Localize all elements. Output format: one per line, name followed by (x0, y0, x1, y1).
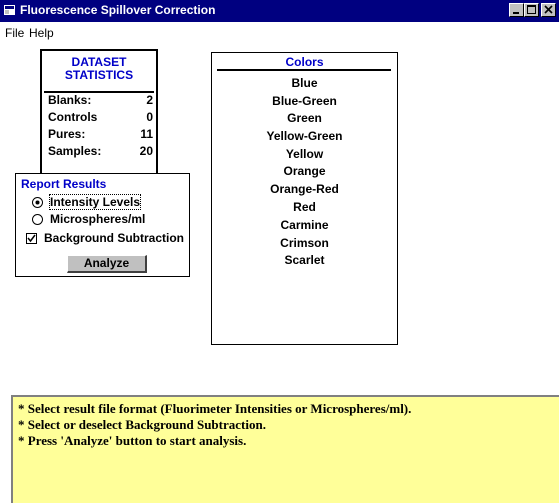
radio-intensity-levels-label: Intensity Levels (48, 194, 142, 210)
color-item-green[interactable]: Green (212, 111, 397, 125)
window-title: Fluorescence Spillover Correction (20, 3, 216, 17)
colors-header: Colors (285, 55, 324, 69)
stat-label: Controls (48, 110, 98, 124)
dataset-statistics-panel: DATASET STATISTICS Blanks: 2 Controls 0 … (40, 49, 158, 184)
instruction-line: * Select result file format (Fluorimeter… (18, 401, 412, 416)
colors-list[interactable]: Colors Blue Blue-Green Green Yellow-Gree… (211, 52, 398, 345)
menu-bar: File Help (0, 22, 559, 42)
color-item-orange[interactable]: Orange (212, 164, 397, 178)
radio-unselected-icon (32, 214, 43, 225)
color-item-orange-red[interactable]: Orange-Red (212, 182, 397, 196)
stat-row-pures: Pures: 11 (48, 127, 153, 144)
color-item-red[interactable]: Red (212, 200, 397, 214)
stat-row-samples: Samples: 20 (48, 144, 153, 161)
instructions-panel: * Select result file format (Fluorimeter… (11, 395, 559, 503)
stat-label: Samples: (48, 144, 102, 158)
analyze-button[interactable]: Analyze (67, 255, 147, 273)
title-bar[interactable]: Fluorescence Spillover Correction (0, 0, 559, 22)
report-results-group: Report Results Intensity Levels Microsph… (15, 173, 190, 277)
close-icon (544, 5, 553, 14)
color-item-crimson[interactable]: Crimson (212, 236, 397, 250)
instruction-line: * Select or deselect Background Subtract… (18, 417, 266, 432)
color-item-blue-green[interactable]: Blue-Green (212, 94, 397, 108)
app-icon (4, 5, 15, 15)
instruction-line: * Press 'Analyze' button to start analys… (18, 433, 247, 448)
stat-value: 0 (146, 110, 153, 124)
checkbox-background-subtraction-label: Background Subtraction (44, 231, 185, 245)
maximize-button[interactable] (524, 3, 539, 17)
radio-microspheres-label: Microspheres/ml (50, 212, 146, 226)
stats-title-line2: STATISTICS (64, 68, 134, 82)
minimize-button[interactable] (509, 3, 524, 17)
color-item-yellow[interactable]: Yellow (212, 147, 397, 161)
stat-value: 20 (139, 144, 153, 158)
colors-divider (217, 69, 391, 71)
stat-value: 2 (146, 93, 153, 107)
close-button[interactable] (541, 3, 556, 17)
color-item-yellow-green[interactable]: Yellow-Green (212, 129, 397, 143)
menu-file[interactable]: File (5, 26, 24, 40)
color-item-scarlet[interactable]: Scarlet (212, 253, 397, 267)
stat-row-blanks: Blanks: 2 (48, 93, 153, 110)
stat-value: 11 (140, 127, 153, 141)
stat-row-controls: Controls 0 (48, 110, 153, 127)
maximize-icon (527, 5, 536, 14)
color-item-blue[interactable]: Blue (212, 76, 397, 90)
menu-help[interactable]: Help (29, 26, 54, 40)
stat-label: Blanks: (48, 93, 92, 107)
stat-label: Pures: (48, 127, 86, 141)
color-item-carmine[interactable]: Carmine (212, 218, 397, 232)
dataset-statistics-title: DATASET STATISTICS (42, 56, 156, 82)
report-results-title: Report Results (21, 177, 107, 191)
minimize-icon (513, 12, 519, 14)
radio-selected-icon (32, 197, 43, 208)
checkbox-checked-icon (26, 233, 37, 244)
